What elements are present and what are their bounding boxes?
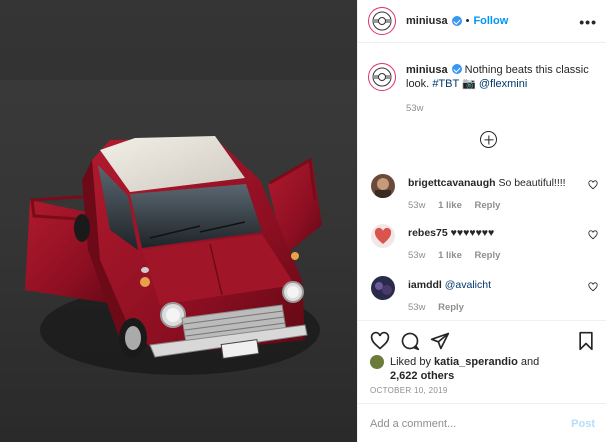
comment-meta: 53w 1 like Reply	[408, 200, 510, 211]
liked-by-and: and	[520, 356, 540, 368]
liked-by-prefix: Liked by	[390, 356, 431, 368]
reply-button[interactable]: Reply	[475, 200, 501, 211]
share-paper-plane-icon[interactable]	[430, 331, 450, 351]
caption-avatar[interactable]	[368, 63, 396, 91]
like-heart-icon[interactable]	[370, 331, 390, 351]
comment-time[interactable]: 53w	[408, 200, 425, 211]
caption-username[interactable]: miniusa	[406, 64, 448, 76]
post-panel: miniusa • Follow ••• miniusa Nothing bea…	[357, 0, 606, 442]
post-comment-button[interactable]: Post	[571, 418, 595, 430]
camera-icon: 📷	[462, 78, 476, 90]
like-comment-heart-icon[interactable]	[588, 282, 598, 292]
liked-by-others[interactable]: 2,622 others	[390, 370, 454, 382]
liked-by-user[interactable]: katia_sperandio	[434, 356, 518, 368]
post-date[interactable]: OCTOBER 10, 2019	[370, 386, 448, 395]
comment-username[interactable]: rebes75	[408, 227, 448, 239]
like-comment-heart-icon[interactable]	[588, 230, 598, 240]
follow-button[interactable]: Follow	[473, 15, 508, 27]
comment-time[interactable]: 53w	[408, 302, 425, 313]
comment-meta: 53w 1 like Reply	[408, 250, 510, 261]
comment-likes[interactable]: 1 like	[438, 250, 462, 261]
more-options-icon[interactable]: •••	[579, 14, 597, 30]
liked-by-text: Liked by katia_sperandio and 2,622 other…	[390, 355, 539, 383]
comment-meta: 53w Reply	[408, 302, 474, 313]
save-bookmark-icon[interactable]	[577, 331, 595, 351]
caption-text: miniusa Nothing beats this classic look.…	[406, 63, 598, 91]
comment-text: iamddl @avalicht	[408, 279, 583, 292]
verified-badge-icon	[451, 64, 462, 74]
reply-button[interactable]: Reply	[475, 250, 501, 261]
post-caption: miniusa Nothing beats this classic look.…	[368, 63, 598, 91]
comment-bubble-icon[interactable]	[400, 331, 420, 351]
commenter-avatar[interactable]	[371, 174, 395, 198]
separator-dot: •	[465, 15, 470, 27]
like-comment-heart-icon[interactable]	[588, 180, 598, 190]
comment-body: So beautiful!!!!	[498, 177, 566, 189]
add-comment-input[interactable]	[370, 414, 560, 434]
caption-timestamp[interactable]: 53w	[406, 103, 423, 114]
comment-text: brigettcavanaugh So beautiful!!!!	[408, 177, 583, 190]
comment-username[interactable]: brigettcavanaugh	[408, 177, 496, 189]
mention-link[interactable]: @flexmini	[479, 78, 527, 90]
comment-text: rebes75 ♥♥♥♥♥♥♥	[408, 227, 583, 240]
mini-logo-icon	[372, 67, 392, 87]
add-comment-bar: Post	[358, 403, 606, 442]
account-avatar[interactable]	[368, 7, 396, 35]
post-photo[interactable]	[0, 0, 357, 442]
load-more-comments-button[interactable]	[480, 131, 497, 148]
hashtag-link[interactable]: #TBT	[432, 78, 459, 90]
post-header: miniusa • Follow •••	[358, 0, 606, 43]
account-username[interactable]: miniusa	[406, 15, 448, 27]
liker-avatar[interactable]	[370, 355, 384, 369]
car-photo	[0, 0, 357, 442]
comment-likes[interactable]: 1 like	[438, 200, 462, 211]
comment-mention-link[interactable]: @avalicht	[445, 279, 491, 291]
comment-body: ♥♥♥♥♥♥♥	[450, 227, 495, 239]
comment-time[interactable]: 53w	[408, 250, 425, 261]
liked-by: Liked by katia_sperandio and 2,622 other…	[370, 355, 539, 383]
commenter-avatar[interactable]	[371, 276, 395, 300]
mini-logo-icon	[372, 11, 392, 31]
commenter-avatar[interactable]	[371, 224, 395, 248]
reply-button[interactable]: Reply	[438, 302, 464, 313]
comment-username[interactable]: iamddl	[408, 279, 442, 291]
verified-badge-icon	[451, 16, 462, 26]
